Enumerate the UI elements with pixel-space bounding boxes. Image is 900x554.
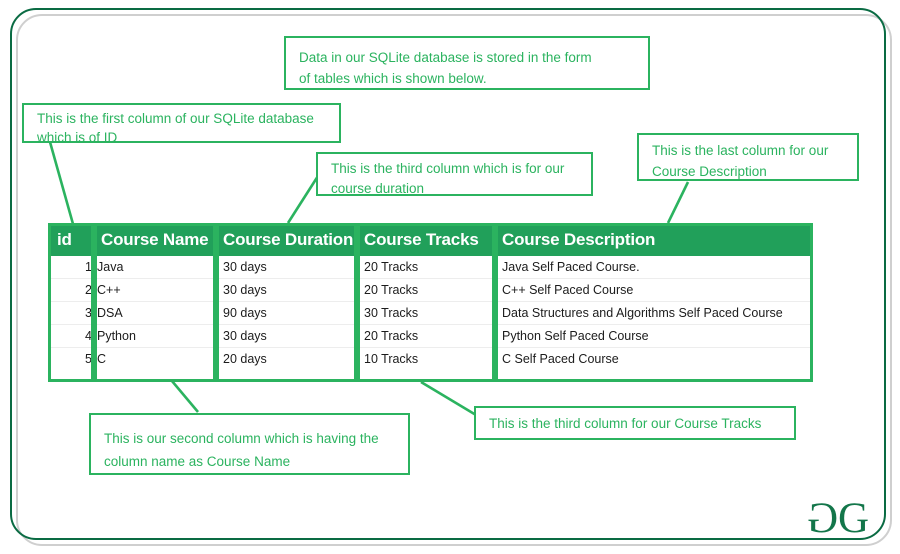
table-row: 4 Python 30 days 20 Tracks Python Self P… <box>48 324 813 348</box>
logo-glyph-left: G <box>807 495 838 542</box>
cell-course-description: C++ Self Paced Course <box>495 278 813 302</box>
cell-course-tracks: 20 Tracks <box>357 324 495 348</box>
callout-third-column-duration: This is the third column which is for ou… <box>316 152 593 196</box>
geeksforgeeks-logo: GG <box>807 495 869 542</box>
database-table: id Course Name Course Duration Course Tr… <box>48 225 813 370</box>
callout-last-column: This is the last column for our Course D… <box>637 133 859 181</box>
callout-intro-line1: Data in our SQLite database is stored in… <box>299 50 592 65</box>
cell-course-duration: 90 days <box>216 301 357 325</box>
callout-last-column-line1: This is the last column for our <box>652 143 829 158</box>
callout-intro: Data in our SQLite database is stored in… <box>284 36 650 90</box>
callout-intro-line2: of tables which is shown below. <box>299 71 487 86</box>
screenshot-root: Data in our SQLite database is stored in… <box>0 0 900 554</box>
table-row: 2 C++ 30 days 20 Tracks C++ Self Paced C… <box>48 278 813 302</box>
callout-second-column-line2: column name as Course Name <box>104 454 291 469</box>
cell-course-name: C++ <box>94 278 216 302</box>
column-header-course-tracks[interactable]: Course Tracks <box>357 225 495 256</box>
cell-course-description: C Self Paced Course <box>495 347 813 370</box>
column-header-id[interactable]: id <box>48 225 94 256</box>
table-row: 5 C 20 days 10 Tracks C Self Paced Cours… <box>48 347 813 370</box>
cell-course-tracks: 30 Tracks <box>357 301 495 325</box>
table-row: 1 Java 30 days 20 Tracks Java Self Paced… <box>48 256 813 279</box>
cell-course-duration: 30 days <box>216 324 357 348</box>
callout-tracks-column: This is the third column for our Course … <box>474 406 796 440</box>
cell-course-duration: 30 days <box>216 278 357 302</box>
cell-course-tracks: 10 Tracks <box>357 347 495 370</box>
column-header-course-duration[interactable]: Course Duration <box>216 225 357 256</box>
cell-id: 1 <box>48 256 94 279</box>
callout-first-column-line2: which is of ID <box>37 130 118 145</box>
callout-duration-line2: course duration <box>331 181 425 196</box>
cell-course-description: Python Self Paced Course <box>495 324 813 348</box>
table-header-row: id Course Name Course Duration Course Tr… <box>48 225 813 256</box>
cell-course-tracks: 20 Tracks <box>357 256 495 279</box>
cell-course-name: DSA <box>94 301 216 325</box>
callout-duration-line1: This is the third column which is for ou… <box>331 161 565 176</box>
cell-course-tracks: 20 Tracks <box>357 278 495 302</box>
callout-second-column: This is our second column which is havin… <box>89 413 410 475</box>
callout-tracks-column-line1: This is the third column for our Course … <box>489 416 762 431</box>
cell-course-description: Data Structures and Algorithms Self Pace… <box>495 301 813 325</box>
cell-course-description: Java Self Paced Course. <box>495 256 813 279</box>
cell-id: 5 <box>48 347 94 370</box>
callout-last-column-line2: Course Description <box>652 164 767 179</box>
cell-course-name: Java <box>94 256 216 279</box>
callout-first-column: This is the first column of our SQLite d… <box>22 103 341 145</box>
cell-course-duration: 20 days <box>216 347 357 370</box>
logo-glyph-right: G <box>837 495 869 542</box>
table-row: 3 DSA 90 days 30 Tracks Data Structures … <box>48 301 813 325</box>
callout-first-column-line1: This is the first column of our SQLite d… <box>37 111 314 126</box>
cell-id: 4 <box>48 324 94 348</box>
cell-id: 2 <box>48 278 94 302</box>
callout-second-column-line1: This is our second column which is havin… <box>104 431 379 446</box>
cell-course-name: Python <box>94 324 216 348</box>
cell-course-name: C <box>94 347 216 370</box>
cell-course-duration: 30 days <box>216 256 357 279</box>
column-header-course-description[interactable]: Course Description <box>495 225 813 256</box>
column-header-course-name[interactable]: Course Name <box>94 225 216 256</box>
cell-id: 3 <box>48 301 94 325</box>
database-table-container: id Course Name Course Duration Course Tr… <box>48 225 813 370</box>
